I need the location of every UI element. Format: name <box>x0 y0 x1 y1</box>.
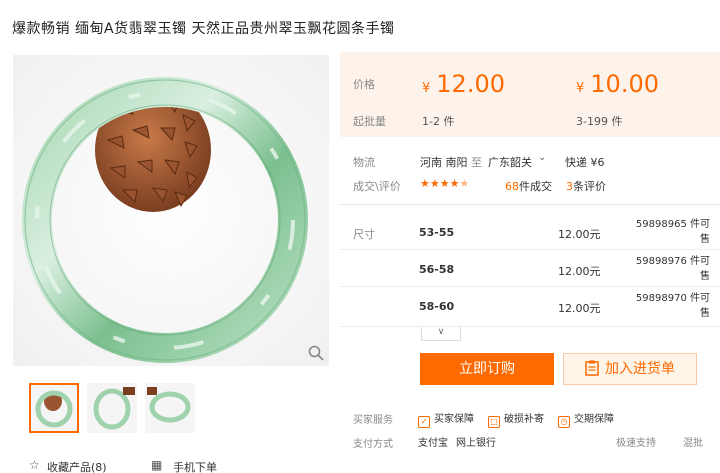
clipboard-icon <box>585 360 599 376</box>
sku-row: 53-55 12.00元 59898965 件可售 <box>340 213 720 250</box>
sku-row: 56-58 12.00元 59898976 件可售 <box>340 250 720 287</box>
clock-icon: ◷ <box>558 416 570 428</box>
mixed-batch-text: 混批 <box>683 438 703 449</box>
sku-stock: 59898965 件可售 <box>635 219 710 245</box>
jade-bangle-image <box>13 55 329 366</box>
star-outline-icon[interactable]: ☆ <box>29 458 40 472</box>
thumbnail-2[interactable] <box>87 383 137 433</box>
favorite-link[interactable]: 收藏产品(8) <box>47 459 107 473</box>
logistics-label: 物流 <box>353 156 375 169</box>
rating-stars: ★★★★★ <box>420 177 470 190</box>
service-delivery-guarantee[interactable]: ◷ 交期保障 <box>558 410 614 428</box>
fast-support-text: 极速支持 <box>616 438 656 449</box>
service-damage-resend[interactable]: □ 破损补寄 <box>488 410 544 428</box>
sku-price: 12.00元 <box>558 265 601 278</box>
product-title: 爆款畅销 缅甸A货翡翠玉镯 天然正品贵州翠玉飘花圆条手镯 <box>12 21 395 37</box>
qty-tier-1: 1-2 件 <box>422 115 455 128</box>
chevron-down-icon: ∨ <box>437 327 445 337</box>
qty-label: 起批量 <box>353 115 386 128</box>
divider <box>340 204 720 205</box>
mobile-order-link[interactable]: 手机下单 <box>173 459 217 473</box>
deals-stat[interactable]: 68件成交 <box>505 178 552 194</box>
payment-online-bank: 网上银行 <box>456 438 496 449</box>
sku-price: 12.00元 <box>558 302 601 315</box>
chevron-down-icon[interactable]: ⌄ <box>538 152 546 163</box>
sku-stock: 59898970 件可售 <box>635 293 710 319</box>
expand-sku-button[interactable]: ∨ <box>421 327 461 341</box>
payment-label: 支付方式 <box>353 439 393 450</box>
shield-icon: ✓ <box>418 416 430 428</box>
price-panel: 价格 起批量 ¥12.00 1-2 件 ¥10.00 3-199 件 <box>340 52 720 137</box>
qty-tier-2: 3-199 件 <box>576 115 623 128</box>
payment-alipay: 支付宝 <box>418 438 448 449</box>
sku-stock: 59898976 件可售 <box>635 256 710 282</box>
reviews-label: 成交\评价 <box>353 180 401 193</box>
sku-size: 56-58 <box>419 263 455 276</box>
shipping-fee: 快递 ¥6 <box>565 156 605 169</box>
add-to-cart-button[interactable]: 加入进货单 <box>563 353 697 385</box>
qr-code-icon[interactable]: ▦ <box>151 458 162 472</box>
service-buyer-protection[interactable]: ✓ 买家保障 <box>418 410 474 428</box>
main-product-image[interactable] <box>13 55 329 366</box>
zoom-icon[interactable] <box>307 344 325 362</box>
price-label: 价格 <box>353 78 375 91</box>
box-icon: □ <box>488 416 500 428</box>
price-tier-2: ¥10.00 <box>576 70 659 98</box>
sku-row: 58-60 12.00元 59898970 件可售 <box>340 287 720 327</box>
thumbnail-3[interactable] <box>145 383 195 433</box>
sku-size: 53-55 <box>419 226 455 239</box>
sku-size: 58-60 <box>419 300 455 313</box>
price-tier-1: ¥12.00 <box>422 70 505 98</box>
order-now-button[interactable]: 立即订购 <box>420 353 554 385</box>
thumbnail-1[interactable] <box>29 383 79 433</box>
logistics-destination[interactable]: 广东韶关 <box>488 154 532 170</box>
review-stat[interactable]: 3条评价 <box>566 178 606 194</box>
logistics-to-word: 至 <box>471 156 482 169</box>
services-label: 买家服务 <box>353 415 393 426</box>
logistics-from: 河南 南阳 <box>420 156 468 169</box>
sku-price: 12.00元 <box>558 228 601 241</box>
